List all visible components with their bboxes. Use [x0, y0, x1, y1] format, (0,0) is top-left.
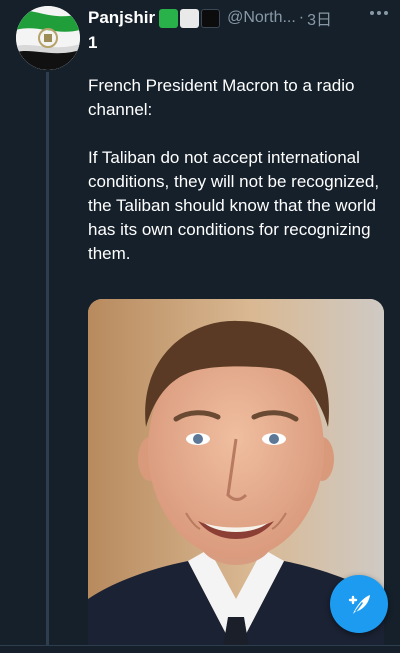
display-name[interactable]: Panjshir: [88, 8, 155, 28]
white-square-emoji-icon: [180, 8, 200, 28]
user-handle[interactable]: @North...: [227, 9, 296, 27]
compose-feather-plus-icon: [348, 595, 370, 614]
black-square-emoji-icon: [201, 8, 221, 28]
more-options-button[interactable]: [368, 4, 390, 22]
compose-tweet-button[interactable]: [330, 575, 388, 633]
display-name-continuation: 1: [88, 33, 98, 52]
tweet-thread-view: Panjshir @North... · 3日 1 French Preside…: [0, 0, 400, 653]
tweet-timestamp[interactable]: 3日: [307, 6, 332, 30]
bottom-divider: [0, 645, 400, 653]
avatar-flag-image: [16, 6, 80, 70]
green-square-emoji-icon: [159, 8, 179, 28]
separator-dot: ·: [298, 9, 305, 26]
tweet-text: French President Macron to a radio chann…: [88, 74, 388, 290]
ellipsis-horizontal-icon: [370, 11, 388, 15]
avatar[interactable]: [16, 6, 80, 70]
tweet-paragraph: If Taliban do not accept international c…: [88, 148, 380, 263]
tweet-header: Panjshir @North... · 3日: [88, 6, 392, 30]
tweet-paragraph: French President Macron to a radio chann…: [88, 76, 355, 119]
thread-connector-line: [46, 72, 49, 653]
